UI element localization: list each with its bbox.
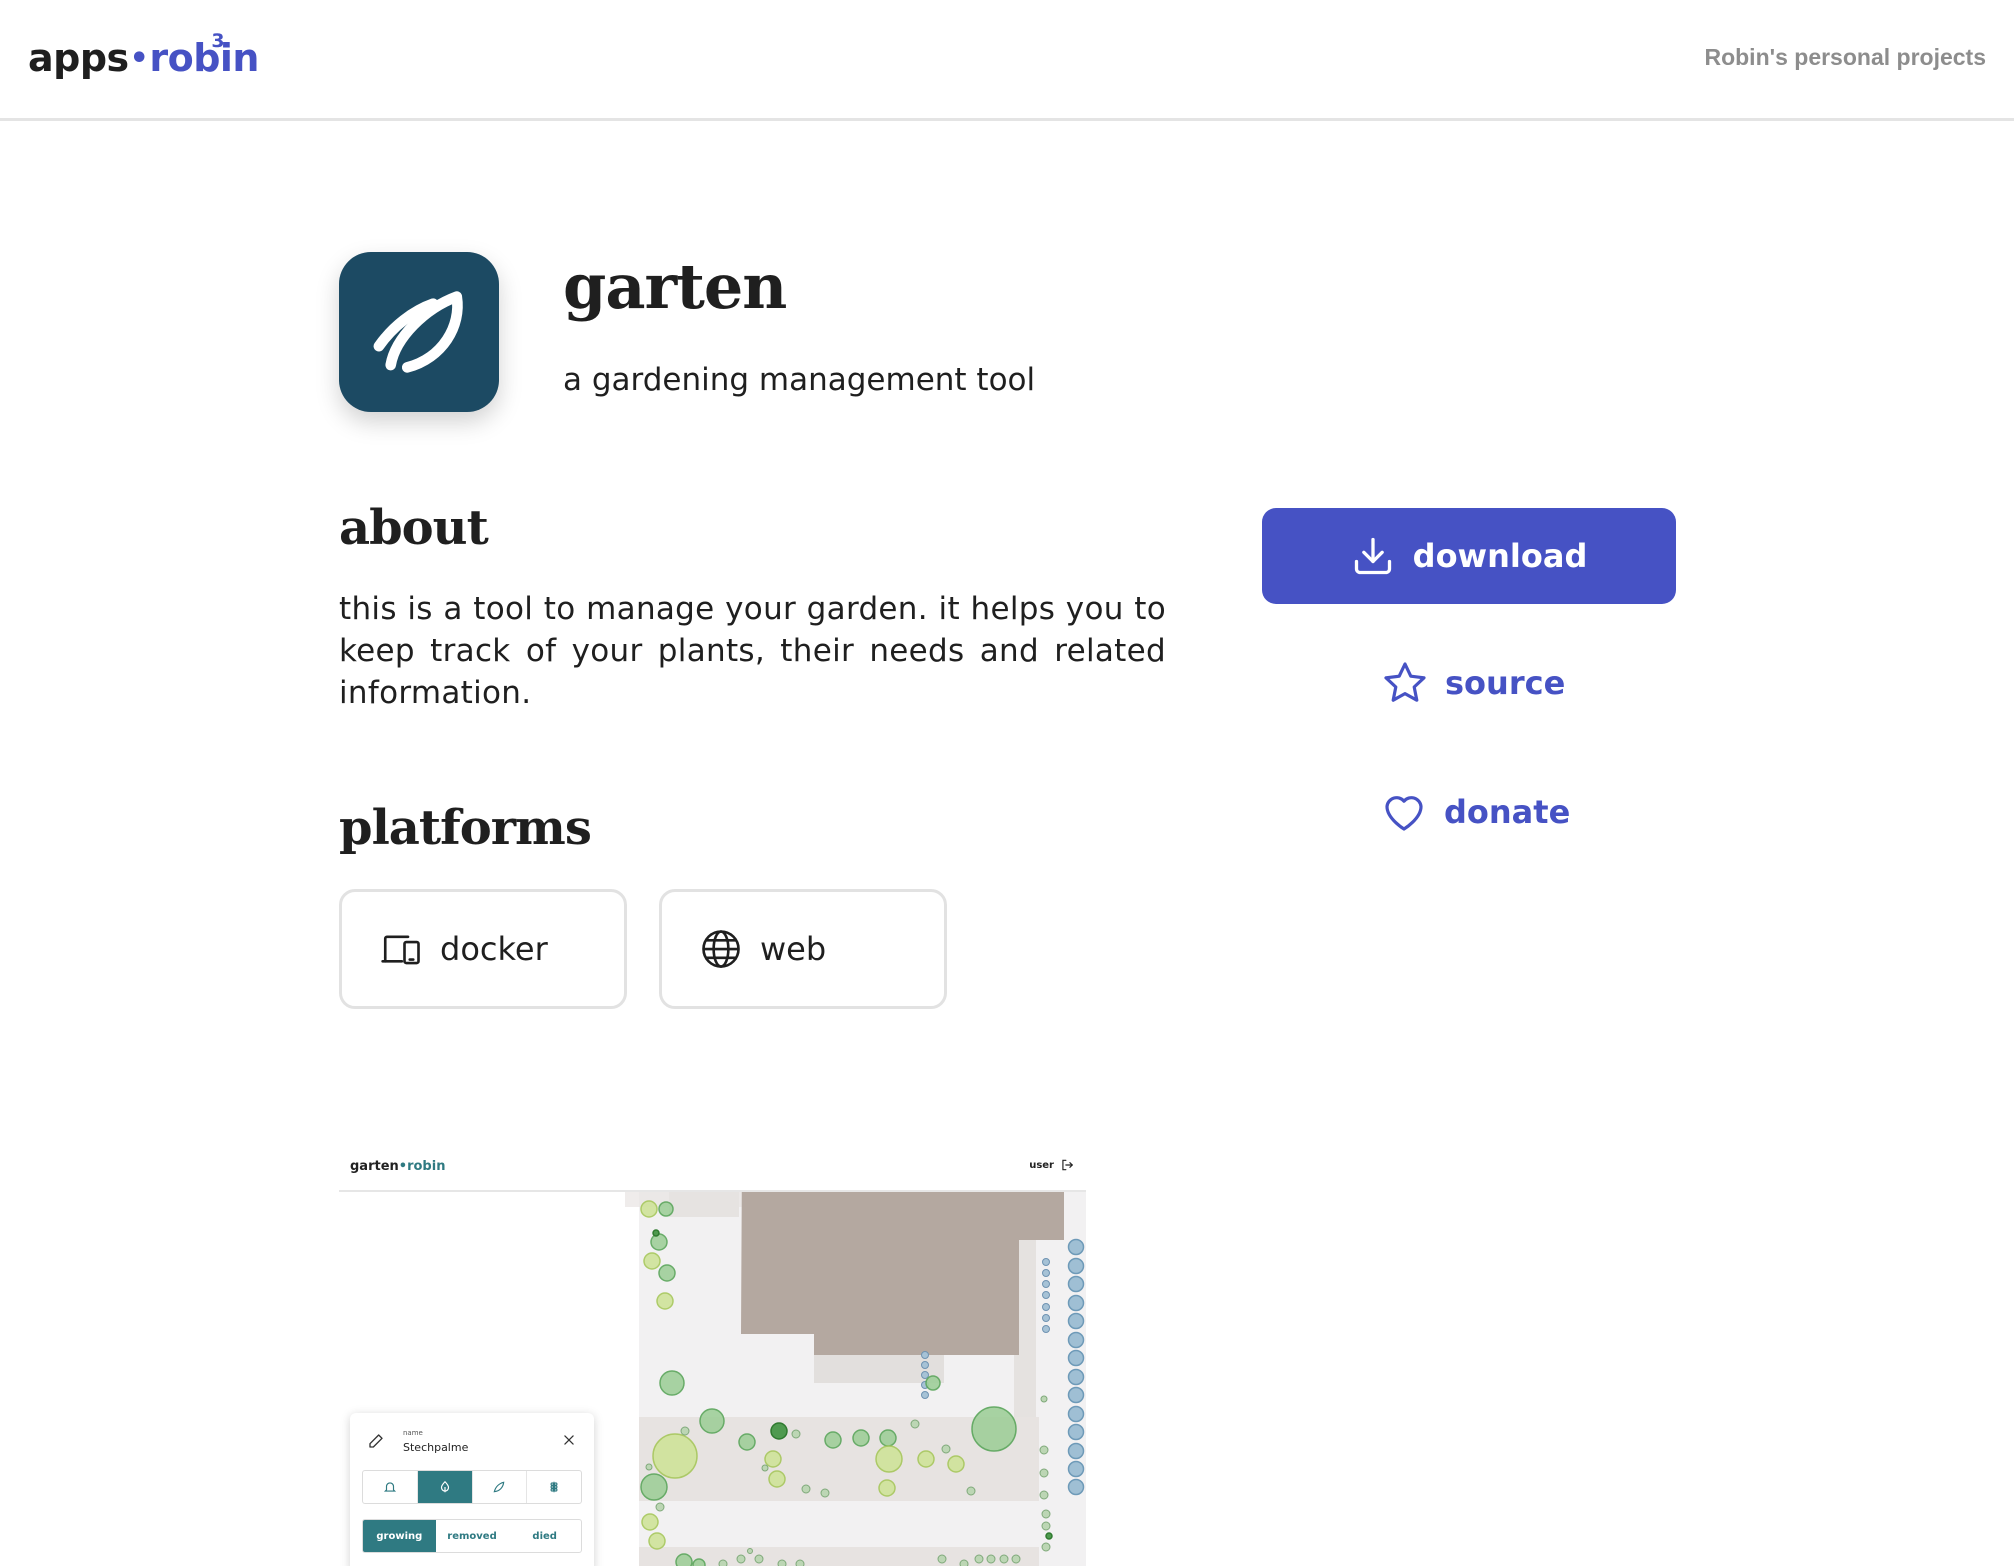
donate-link[interactable]: donate [1380,788,1570,836]
heart-icon [1380,788,1428,836]
app-screenshot-preview: garten•robin user name Stechpalme growin… [339,1137,1086,1566]
preview-user-label: user [1029,1159,1054,1171]
logo-superscript: 3 [211,30,225,52]
leaf-small-icon [473,1471,528,1503]
tree-icon [417,1471,473,1503]
star-icon [1381,659,1429,707]
globe-icon [700,928,742,970]
platform-label: docker [440,930,548,968]
bell-icon [363,1471,418,1503]
status-growing: growing [363,1520,436,1552]
source-link[interactable]: source [1381,659,1565,707]
preview-user-menu: user [1029,1158,1074,1172]
logo-dot: • [129,41,149,76]
top-navigation-bar: apps•robin 3 Robin's personal projects [0,0,2014,121]
site-logo[interactable]: apps•robin 3 [28,30,259,80]
platform-label: web [760,930,827,968]
download-button[interactable]: download [1262,508,1676,604]
logout-icon [1062,1159,1074,1171]
pencil-icon [369,1434,383,1448]
preview-plant-panel: name Stechpalme growing removed died [350,1413,594,1566]
download-icon [1351,534,1395,578]
logo-name: robin 3 [149,30,259,80]
logo-prefix: apps [28,36,129,80]
download-button-label: download [1412,537,1588,575]
platforms-heading: platforms [339,800,592,856]
status-died: died [532,1530,557,1542]
app-icon [339,252,499,412]
preview-header: garten•robin user [339,1137,1086,1192]
platform-card-web[interactable]: web [659,889,947,1009]
grain-icon [527,1471,581,1503]
status-removed: removed [447,1530,497,1542]
app-name: garten [563,250,787,323]
leaf-icon [373,291,463,373]
source-link-label: source [1445,664,1566,702]
about-heading: about [339,500,489,556]
preview-status-toggle: growing removed died [362,1519,582,1553]
close-icon [564,1435,574,1445]
app-subtitle: a gardening management tool [563,362,1036,398]
about-text: this is a tool to manage your garden. it… [339,591,1166,711]
preview-logo: garten•robin [350,1159,446,1174]
preview-name-value: Stechpalme [403,1441,469,1454]
preview-plant-type-tabs [362,1470,582,1504]
donate-link-label: donate [1444,793,1571,831]
site-tagline-link[interactable]: Robin's personal projects [1704,44,1986,71]
platform-card-docker[interactable]: docker [339,889,627,1009]
devices-icon [380,928,422,970]
preview-name-label: name [403,1429,423,1437]
